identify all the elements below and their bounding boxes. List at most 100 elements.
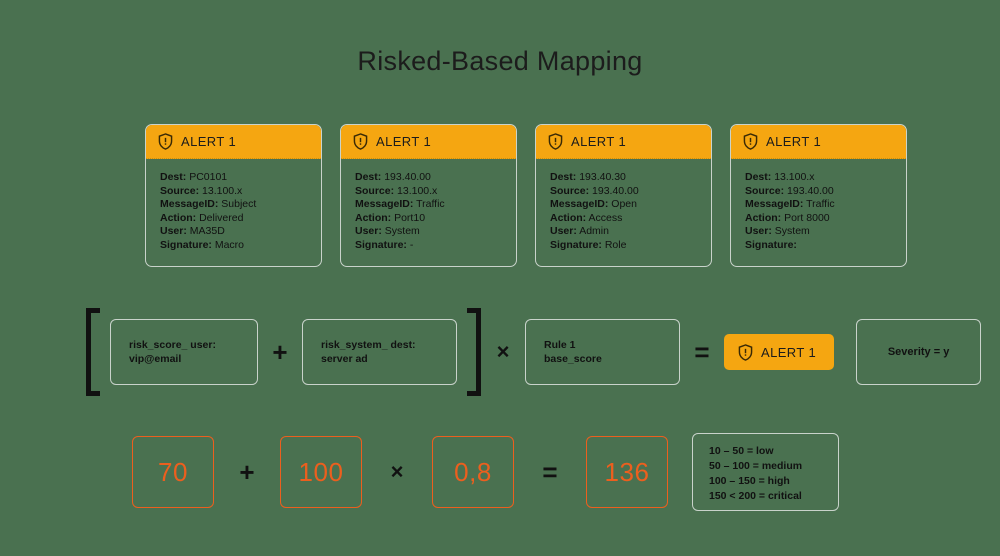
formula-row: risk_score_ user: vip@email + risk_syste…: [86, 308, 982, 396]
operator-equals-formula: =: [694, 337, 710, 367]
alert-field-key: Dest:: [160, 171, 187, 183]
alert-result-badge[interactable]: ALERT 1: [724, 334, 835, 370]
alert-field-key: Dest:: [745, 171, 772, 183]
alert-card-header[interactable]: ALERT 1: [341, 125, 516, 159]
num-box-rule-score: 0,8: [432, 436, 514, 508]
alert-card-body: Dest: PC0101 Source: 13.100.x MessageID: S…: [146, 159, 321, 266]
alert-field: MessageID: Subject: [160, 198, 321, 212]
num-system-score: 100: [298, 456, 344, 487]
alert-field: Signature: -: [355, 239, 516, 253]
alert-field-key: Dest:: [550, 171, 577, 183]
alert-card-body: Dest: 13.100.x Source: 193.40.00 MessageID…: [731, 159, 906, 266]
numeric-row: 70 + 100 × 0,8 = 136 10 – 50 = low 50 – 1…: [132, 433, 839, 511]
alert-field: MessageID: Traffic: [745, 198, 906, 212]
alert-field-value: Port 8000: [784, 211, 830, 224]
term-rule-base-score-text: Rule 1 base_score: [544, 339, 602, 365]
alert-field-key: Signature:: [160, 238, 212, 251]
left-bracket: [86, 308, 100, 396]
alert-card-header[interactable]: ALERT 1: [146, 125, 321, 159]
alert-card-header-label: ALERT 1: [181, 134, 237, 149]
alert-field-value: 193.40.00: [787, 184, 834, 197]
alert-field-key: Dest:: [355, 171, 382, 183]
alert-field-value: System: [384, 225, 420, 237]
alert-field-value: Open: [611, 198, 637, 210]
severity-legend-line: 10 – 50 = low: [709, 445, 774, 457]
alert-field: Action: Access: [550, 212, 711, 226]
alert-field-key: Signature:: [550, 238, 602, 251]
alert-field: MessageID: Traffic: [355, 198, 516, 212]
alert-field-key: MessageID:: [160, 198, 219, 210]
alert-field-key: User:: [355, 225, 382, 237]
alert-card-header-label: ALERT 1: [766, 134, 822, 149]
alert-field: Action: Port10: [355, 212, 516, 226]
alert-field: Dest: 13.100.x: [745, 171, 906, 185]
alert-field-key: MessageID:: [550, 198, 609, 210]
alert-field-key: User:: [160, 225, 187, 237]
num-box-system-score: 100: [280, 436, 362, 508]
alert-field: Signature: Macro: [160, 239, 321, 253]
alert-field-value: 193.40.30: [579, 171, 626, 183]
alert-field-key: Source:: [160, 184, 200, 197]
alert-field-value: Role: [604, 238, 627, 251]
alert-field-value: System: [774, 225, 810, 237]
alert-field-value: MA35D: [189, 225, 225, 237]
alert-field: Action: Port 8000: [745, 212, 906, 226]
alert-field: Source: 193.40.00: [745, 185, 906, 199]
severity-label: Severity = y: [887, 346, 950, 358]
alert-field-key: Signature:: [745, 238, 797, 251]
alert-field-value: Port10: [394, 211, 426, 224]
shield-alert-icon: [738, 343, 753, 361]
alert-field-value: -: [409, 238, 414, 251]
alert-result-badge-label: ALERT 1: [761, 344, 817, 360]
alert-field: User: MA35D: [160, 225, 321, 239]
severity-box: Severity = y: [856, 319, 982, 385]
alert-card: ALERT 1 Dest: 193.40.30 Source: 193.40.00 M…: [535, 124, 712, 267]
alert-field-value: Traffic: [416, 198, 445, 210]
alert-field-value: PC0101: [189, 171, 228, 183]
num-result-score: 136: [604, 456, 650, 487]
alert-field: Dest: 193.40.00: [355, 171, 516, 185]
term-risk-score-user-text: risk_score_ user: vip@email: [129, 339, 216, 365]
operator-times-numeric: ×: [390, 459, 404, 484]
alert-field-key: Action:: [550, 211, 587, 224]
alert-field-key: Source:: [355, 184, 395, 197]
alert-field: Dest: 193.40.30: [550, 171, 711, 185]
alert-field-key: Action:: [355, 211, 392, 224]
alert-field-key: User:: [745, 225, 772, 237]
alert-field: User: System: [355, 225, 516, 239]
alert-field-value: 13.100.x: [774, 171, 815, 183]
alert-card-header-label: ALERT 1: [376, 134, 432, 149]
severity-legend-box: 10 – 50 = low 50 – 100 = medium 100 – 150 …: [692, 433, 839, 511]
alert-field: Source: 193.40.00: [550, 185, 711, 199]
term-box-rule-base-score: Rule 1 base_score: [525, 319, 680, 385]
alert-field-value: Delivered: [199, 211, 244, 224]
alert-field: Signature:: [745, 239, 906, 253]
alert-card: ALERT 1 Dest: 193.40.00 Source: 13.100.x Me…: [340, 124, 517, 267]
operator-plus-formula: +: [272, 337, 288, 367]
alert-field-key: Action:: [745, 211, 782, 224]
alert-field-value: 193.40.00: [592, 184, 639, 197]
alert-field-key: User:: [550, 225, 577, 237]
operator-times-formula: ×: [496, 339, 510, 364]
alert-field-value: Subject: [221, 198, 257, 210]
alert-field: Dest: PC0101: [160, 171, 321, 185]
num-box-user-score: 70: [132, 436, 214, 508]
alert-cards-row: ALERT 1 Dest: PC0101 Source: 13.100.x Messa…: [145, 124, 907, 267]
alert-field: MessageID: Open: [550, 198, 711, 212]
alert-card-header[interactable]: ALERT 1: [731, 125, 906, 159]
alert-field-key: MessageID:: [355, 198, 414, 210]
alert-field-value: 13.100.x: [202, 184, 243, 197]
alert-card-body: Dest: 193.40.30 Source: 193.40.00 MessageI…: [536, 159, 711, 266]
alert-field: User: Admin: [550, 225, 711, 239]
term-risk-system-dest-text: risk_system_ dest: server ad: [321, 339, 416, 365]
shield-alert-icon: [158, 133, 173, 150]
alert-field-key: Signature:: [355, 238, 407, 251]
shield-alert-icon: [353, 133, 368, 150]
alert-field-value: Macro: [214, 238, 245, 251]
severity-legend-line: 150 < 200 = critical: [709, 490, 802, 502]
alert-card-header[interactable]: ALERT 1: [536, 125, 711, 159]
alert-field: User: System: [745, 225, 906, 239]
right-bracket: [467, 308, 481, 396]
alert-card-body: Dest: 193.40.00 Source: 13.100.x MessageID…: [341, 159, 516, 266]
alert-card: ALERT 1 Dest: PC0101 Source: 13.100.x Messa…: [145, 124, 322, 267]
